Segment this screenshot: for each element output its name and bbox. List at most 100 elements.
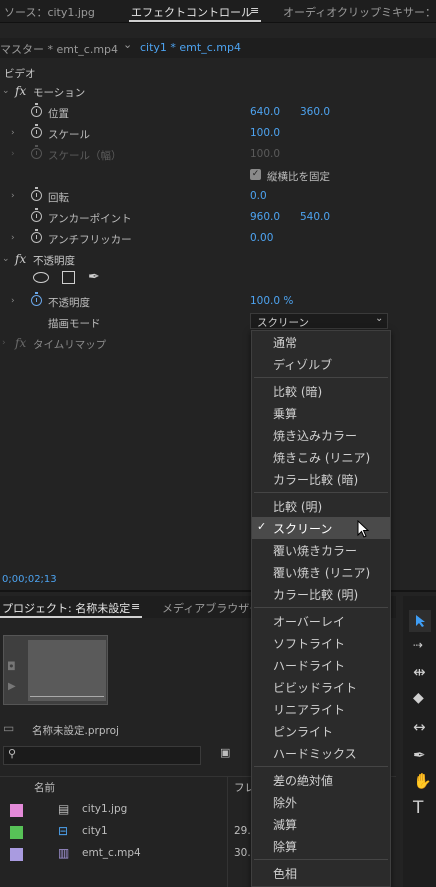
- menu-item[interactable]: 焼きこみ (リニア): [252, 446, 390, 468]
- menu-item[interactable]: ハードミックス: [252, 742, 390, 764]
- sequence-bar: マスター * emt_c.mp4 ⌄ city1 * emt_c.mp4: [0, 38, 436, 58]
- stopwatch-icon[interactable]: [31, 124, 42, 138]
- stopwatch-icon[interactable]: [31, 187, 42, 201]
- tab-source[interactable]: ソース：city1.jpg: [4, 4, 95, 20]
- uniform-scale-label: 縦横比を固定: [267, 171, 330, 183]
- tab-audio-clip-mixer[interactable]: オーディオクリップミキサー：ci: [283, 4, 436, 20]
- menu-item[interactable]: リニアライト: [252, 698, 390, 720]
- menu-item-label: 除外: [273, 796, 298, 810]
- menu-item[interactable]: ソフトライト: [252, 632, 390, 654]
- stopwatch-icon[interactable]: [31, 229, 42, 243]
- rotation-value[interactable]: 0.0: [250, 190, 267, 202]
- blend-mode-value: スクリーン: [257, 317, 309, 329]
- menu-item[interactable]: 色相: [252, 862, 390, 884]
- selection-tool-icon[interactable]: [415, 614, 427, 628]
- fx-badge-icon[interactable]: fx: [15, 252, 26, 266]
- menu-item[interactable]: カラー比較 (暗): [252, 468, 390, 490]
- pen-icon[interactable]: ✒: [413, 746, 426, 764]
- stopwatch-icon[interactable]: [31, 292, 42, 306]
- opacity-effect-row[interactable]: ⌄ fx 不透明度: [0, 250, 436, 270]
- find-icon[interactable]: ▣: [220, 746, 230, 759]
- menu-separator: [254, 766, 388, 767]
- tab-media-browser[interactable]: メディアブラウザー: [162, 600, 260, 616]
- panel-tab-bar: ソース：city1.jpg エフェクトコントロール ≡ オーディオクリップミキサ…: [0, 0, 436, 23]
- opacity-value[interactable]: 100.0 %: [250, 295, 293, 307]
- twirl-open-icon[interactable]: ⌄: [2, 86, 10, 96]
- stopwatch-icon[interactable]: [31, 103, 42, 117]
- menu-item[interactable]: 焼き込みカラー: [252, 424, 390, 446]
- track-select-icon[interactable]: ⇢: [413, 638, 423, 652]
- position-label: 位置: [48, 108, 69, 120]
- anchor-y-value[interactable]: 540.0: [300, 211, 330, 223]
- blend-mode-menu: 通常 ディゾルブ 比較 (暗) 乗算 焼き込みカラー 焼きこみ (リニア) カラ…: [251, 330, 391, 887]
- twirl-closed-icon[interactable]: ›: [11, 191, 15, 201]
- slip-icon[interactable]: ↔: [413, 718, 426, 736]
- type-icon[interactable]: T: [413, 798, 423, 818]
- stopwatch-icon[interactable]: [31, 208, 42, 222]
- label-color-chip[interactable]: [10, 804, 23, 817]
- play-icon[interactable]: ▶: [8, 681, 16, 692]
- ellipse-mask-icon[interactable]: [33, 272, 49, 283]
- fx-badge-icon: fx: [15, 336, 27, 350]
- menu-item-label: カラー比較 (明): [273, 588, 359, 602]
- column-header-name[interactable]: 名前: [34, 780, 55, 795]
- menu-item-label: スクリーン: [273, 522, 333, 536]
- menu-item[interactable]: 乗算: [252, 402, 390, 424]
- panel-menu-icon[interactable]: ≡: [250, 4, 259, 17]
- mouse-cursor-icon: [357, 520, 370, 538]
- anti-flicker-value[interactable]: 0.00: [250, 232, 273, 244]
- sequence-clip-tab[interactable]: city1 * emt_c.mp4: [140, 41, 241, 54]
- menu-item[interactable]: ビビッドライト: [252, 676, 390, 698]
- menu-item[interactable]: 比較 (暗): [252, 380, 390, 402]
- uniform-scale-checkbox[interactable]: ✓: [250, 169, 261, 180]
- menu-item[interactable]: 比較 (明): [252, 495, 390, 517]
- menu-item[interactable]: ハードライト: [252, 654, 390, 676]
- menu-item[interactable]: 除算: [252, 835, 390, 857]
- item-name: city1.jpg: [82, 803, 128, 815]
- menu-item[interactable]: 覆い焼きカラー: [252, 539, 390, 561]
- timecode-display[interactable]: 0;00;02;13: [2, 574, 57, 585]
- panel-menu-icon[interactable]: ≡: [131, 600, 140, 613]
- menu-item[interactable]: 除外: [252, 791, 390, 813]
- menu-item[interactable]: オーバーレイ: [252, 610, 390, 632]
- anchor-x-value[interactable]: 960.0: [250, 211, 280, 223]
- position-y-value[interactable]: 360.0: [300, 106, 330, 118]
- twirl-open-icon[interactable]: ⌄: [2, 254, 10, 264]
- fx-badge-icon[interactable]: fx: [15, 84, 26, 98]
- anchor-point-row: アンカーポイント 960.0 540.0: [0, 208, 436, 228]
- hand-icon[interactable]: ✋: [413, 772, 432, 790]
- menu-item[interactable]: 減算: [252, 813, 390, 835]
- menu-separator: [254, 377, 388, 378]
- rectangle-mask-icon[interactable]: [62, 271, 75, 284]
- twirl-closed-icon[interactable]: ›: [11, 233, 15, 243]
- blend-mode-dropdown[interactable]: スクリーン ⌄: [250, 313, 388, 329]
- ripple-edit-icon[interactable]: ⇹: [413, 663, 426, 681]
- twirl-closed-icon[interactable]: ›: [2, 338, 6, 348]
- menu-item[interactable]: ディゾルブ: [252, 353, 390, 375]
- label-color-chip[interactable]: [10, 848, 23, 861]
- menu-item[interactable]: カラー比較 (明): [252, 583, 390, 605]
- folder-icon: ▭: [3, 721, 15, 735]
- twirl-closed-icon[interactable]: ›: [11, 296, 15, 306]
- razor-icon[interactable]: ◆: [413, 690, 424, 706]
- label-color-chip[interactable]: [10, 826, 23, 839]
- twirl-closed-icon[interactable]: ›: [11, 128, 15, 138]
- thumbnail-scrubber[interactable]: [30, 696, 104, 697]
- chevron-down-icon[interactable]: ⌄: [123, 38, 132, 51]
- motion-effect-row[interactable]: ⌄ fx モーション: [0, 82, 436, 102]
- position-x-value[interactable]: 640.0: [250, 106, 280, 118]
- tab-effect-controls[interactable]: エフェクトコントロール: [131, 4, 252, 20]
- project-search-input[interactable]: ⚲: [3, 746, 201, 765]
- menu-item[interactable]: 差の絶対値: [252, 769, 390, 791]
- menu-item[interactable]: 覆い焼き (リニア): [252, 561, 390, 583]
- pen-mask-icon[interactable]: ✒: [88, 269, 100, 285]
- scale-value[interactable]: 100.0: [250, 127, 280, 139]
- tab-project[interactable]: プロジェクト: 名称未設定: [2, 600, 130, 616]
- menu-item-label: ピンライト: [273, 725, 334, 739]
- menu-item-label: 覆い焼きカラー: [273, 544, 358, 558]
- stopwatch-icon: [31, 145, 42, 159]
- menu-item[interactable]: ピンライト: [252, 720, 390, 742]
- menu-item[interactable]: 通常: [252, 331, 390, 353]
- master-clip-tab[interactable]: マスター * emt_c.mp4: [0, 41, 118, 57]
- rotation-label: 回転: [48, 192, 69, 204]
